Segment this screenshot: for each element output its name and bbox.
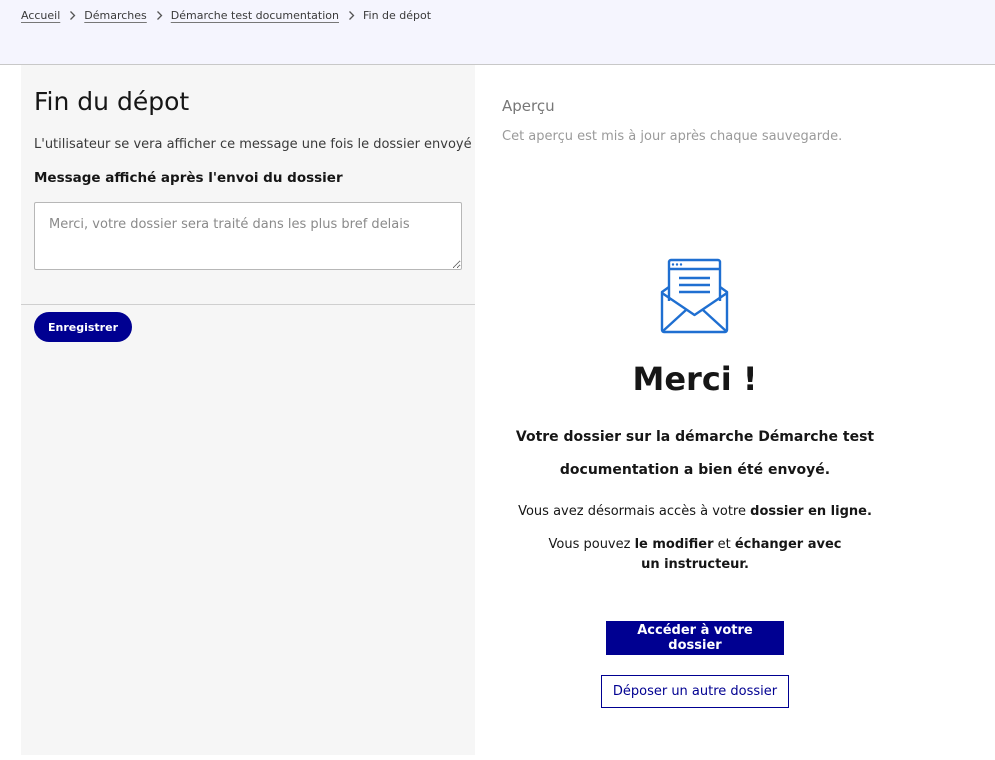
access-message-strong: dossier en ligne (750, 504, 867, 519)
breadcrumb-link-demarche[interactable]: Démarche test documentation (171, 9, 339, 22)
save-button[interactable]: Enregistrer (34, 312, 132, 342)
editor-panel: Fin du dépot L'utilisateur se vera affic… (21, 65, 475, 755)
access-message-suffix: . (866, 504, 872, 519)
access-message: Vous avez désormais accès à votre dossie… (475, 502, 915, 522)
field-hint: L'utilisateur se vera afficher ce messag… (34, 137, 472, 152)
confirmation-line-1: Votre dossier sur la démarche Démarche t… (515, 429, 875, 445)
envelope-mail-icon (660, 258, 729, 334)
divider (21, 304, 475, 305)
thank-you-heading: Merci ! (632, 360, 758, 398)
chevron-right-icon (69, 10, 76, 21)
chevron-right-icon (348, 10, 355, 21)
access-message-prefix: Vous avez désormais accès à votre (518, 504, 751, 519)
breadcrumb: Accueil Démarches Démarche test document… (21, 9, 431, 22)
message-textarea[interactable] (34, 202, 462, 270)
actions-message-prefix: Vous pouvez (548, 537, 635, 552)
preview-title: Aperçu (502, 97, 555, 115)
header-bar: Accueil Démarches Démarche test document… (0, 0, 995, 65)
message-field-label: Message affiché après l'envoi du dossier (34, 170, 343, 186)
access-dossier-button[interactable]: Accéder à votre dossier (606, 621, 784, 655)
breadcrumb-current: Fin de dépot (362, 9, 432, 22)
actions-message-modify: le modifier (634, 537, 714, 552)
actions-message-middle: et (713, 537, 735, 552)
confirmation-line-2: documentation a bien été envoyé. (559, 462, 831, 478)
actions-message: Vous pouvez le modifier et échanger avec… (540, 535, 850, 575)
new-dossier-button[interactable]: Déposer un autre dossier (601, 675, 789, 708)
actions-message-suffix: . (743, 557, 749, 572)
chevron-right-icon (156, 10, 163, 21)
breadcrumb-link-accueil[interactable]: Accueil (21, 9, 60, 22)
preview-subtitle: Cet aperçu est mis à jour après chaque s… (502, 129, 843, 144)
page-title: Fin du dépot (34, 87, 190, 116)
breadcrumb-link-demarches[interactable]: Démarches (84, 9, 147, 22)
